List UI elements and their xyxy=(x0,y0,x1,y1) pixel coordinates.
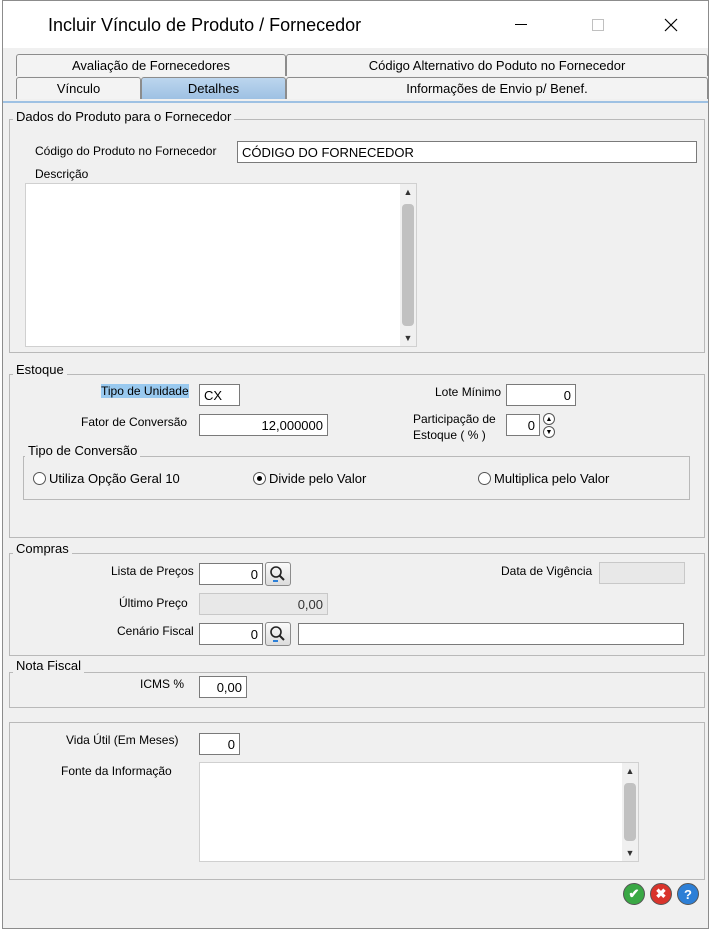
cenario-fiscal-lookup-button[interactable] xyxy=(265,622,291,646)
minimize-button[interactable] xyxy=(498,9,544,41)
cenario-fiscal-descricao[interactable] xyxy=(298,623,684,645)
scroll-down-arrow-icon[interactable]: ▼ xyxy=(400,330,416,346)
radio-multiplica-pelo-valor[interactable]: Multiplica pelo Valor xyxy=(478,471,609,486)
participacao-stepper[interactable]: ▲ ▼ xyxy=(543,413,556,439)
window-title: Incluir Vínculo de Produto / Fornecedor xyxy=(48,15,362,35)
lote-minimo-input[interactable]: 0 xyxy=(506,384,576,406)
help-button[interactable]: ? xyxy=(677,883,699,905)
group-label-dados-produto: Dados do Produto para o Fornecedor xyxy=(13,109,235,124)
maximize-icon xyxy=(592,19,604,31)
scroll-down-arrow-icon[interactable]: ▼ xyxy=(622,845,638,861)
group-nota-fiscal xyxy=(9,672,705,708)
spin-up-icon[interactable]: ▲ xyxy=(543,413,555,425)
spin-down-icon[interactable]: ▼ xyxy=(543,426,555,438)
minimize-icon xyxy=(515,24,527,25)
search-icon xyxy=(270,566,285,582)
group-label-estoque: Estoque xyxy=(13,362,67,377)
scroll-thumb[interactable] xyxy=(624,783,636,841)
data-vigencia-label: Data de Vigência xyxy=(501,564,593,578)
radio-dot xyxy=(478,472,491,485)
search-icon xyxy=(270,626,285,642)
ultimo-preco-input: 0,00 xyxy=(199,593,328,615)
tab-informacoes-envio[interactable]: Informações de Envio p/ Benef. xyxy=(286,77,708,99)
close-icon xyxy=(664,18,678,32)
tab-codigo-alternativo[interactable]: Código Alternativo do Poduto no Forneced… xyxy=(286,54,708,76)
group-label-compras: Compras xyxy=(13,541,72,556)
radio-label: Utiliza Opção Geral 10 xyxy=(49,471,180,486)
maximize-button[interactable] xyxy=(575,9,621,41)
tab-detalhes[interactable]: Detalhes xyxy=(141,77,286,99)
question-icon: ? xyxy=(684,886,692,902)
scroll-thumb[interactable] xyxy=(402,204,414,326)
vida-util-input[interactable]: 0 xyxy=(199,733,240,755)
lote-minimo-label: Lote Mínimo xyxy=(435,385,502,399)
icms-label: ICMS % xyxy=(140,677,185,691)
dialog-window: Incluir Vínculo de Produto / Fornecedor … xyxy=(2,0,709,929)
codigo-produto-input[interactable]: CÓDIGO DO FORNECEDOR xyxy=(237,141,697,163)
radio-dot xyxy=(33,472,46,485)
fator-conversao-label: Fator de Conversão xyxy=(81,415,188,429)
confirm-button[interactable]: ✔ xyxy=(623,883,645,905)
participacao-input[interactable]: 0 xyxy=(506,414,540,436)
x-icon: ✖ xyxy=(655,886,667,901)
check-icon: ✔ xyxy=(628,886,640,901)
participacao-label-1: Participação de xyxy=(413,412,496,426)
scroll-up-arrow-icon[interactable]: ▲ xyxy=(400,184,416,200)
tab-vinculo[interactable]: Vínculo xyxy=(16,77,141,99)
tipo-unidade-input[interactable]: CX xyxy=(199,384,240,406)
tab-avaliacao-fornecedores[interactable]: Avaliação de Fornecedores xyxy=(16,54,286,76)
radio-label: Multiplica pelo Valor xyxy=(494,471,610,486)
vida-util-label: Vida Útil (Em Meses) xyxy=(66,733,179,747)
close-button[interactable] xyxy=(648,9,694,41)
descricao-scrollbar[interactable]: ▲ ▼ xyxy=(400,184,416,346)
radio-dot-selected xyxy=(253,472,266,485)
descricao-label: Descrição xyxy=(35,167,89,181)
radio-divide-pelo-valor[interactable]: Divide pelo Valor xyxy=(253,471,366,486)
lista-precos-input[interactable]: 0 xyxy=(199,563,263,585)
tipo-unidade-label: Tipo de Unidade xyxy=(101,384,189,398)
scroll-up-arrow-icon[interactable]: ▲ xyxy=(622,763,638,779)
cancel-button[interactable]: ✖ xyxy=(650,883,672,905)
fonte-informacao-label: Fonte da Informação xyxy=(61,764,172,778)
ultimo-preco-label: Último Preço xyxy=(119,596,188,610)
data-vigencia-input xyxy=(599,562,685,584)
radio-label: Divide pelo Valor xyxy=(269,471,367,486)
lista-precos-lookup-button[interactable] xyxy=(265,562,291,586)
group-label-nota-fiscal: Nota Fiscal xyxy=(13,658,85,673)
descricao-textarea[interactable]: ▲ ▼ xyxy=(25,183,417,347)
group-label-tipo-conversao: Tipo de Conversão xyxy=(25,443,141,458)
lista-precos-label: Lista de Preços xyxy=(111,564,194,578)
fonte-scrollbar[interactable]: ▲ ▼ xyxy=(622,763,638,861)
tab-content-detalhes: Dados do Produto para o Fornecedor Códig… xyxy=(3,103,708,928)
fonte-informacao-textarea[interactable]: ▲ ▼ xyxy=(199,762,639,862)
participacao-label-2: Estoque ( % ) xyxy=(413,428,486,442)
tab-strip: Avaliação de Fornecedores Código Alterna… xyxy=(3,48,708,103)
codigo-produto-label: Código do Produto no Fornecedor xyxy=(35,144,217,158)
cenario-fiscal-label: Cenário Fiscal xyxy=(117,624,194,638)
cenario-fiscal-input[interactable]: 0 xyxy=(199,623,263,645)
title-bar: Incluir Vínculo de Produto / Fornecedor xyxy=(3,1,708,48)
fator-conversao-input[interactable]: 12,000000 xyxy=(199,414,328,436)
radio-utiliza-opcao-geral[interactable]: Utiliza Opção Geral 10 xyxy=(33,471,180,486)
icms-input[interactable]: 0,00 xyxy=(199,676,247,698)
